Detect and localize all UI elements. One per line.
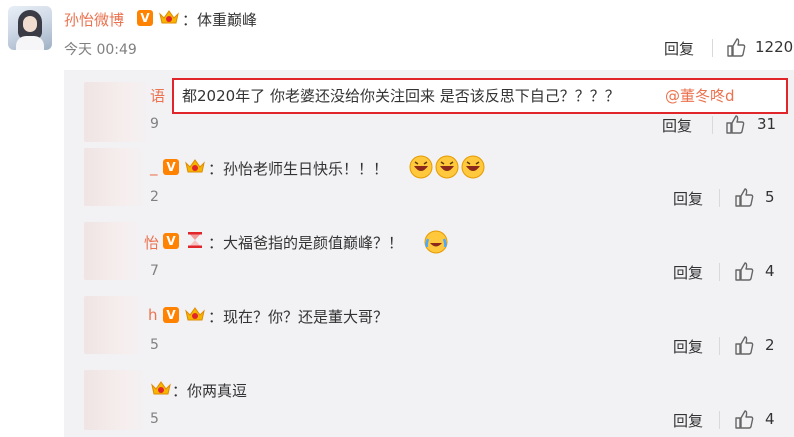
author-name[interactable]: 孙怡微博 (64, 9, 124, 30)
vip-crown-icon[interactable] (184, 305, 206, 323)
crying-laughing-emoji-icon (424, 230, 448, 254)
reply-3-content: ：大福爸指的是颜值巅峰？！ (208, 234, 404, 252)
reply-1-name[interactable]: 语 (150, 85, 165, 106)
vip-crown-icon[interactable] (150, 379, 172, 397)
post-reply-button[interactable]: 回复 (664, 38, 694, 59)
reply-2-content: ：孙怡老师生日快乐！！！ (208, 160, 389, 178)
thumbs-up-icon[interactable] (725, 36, 747, 58)
blurred-avatar-1 (84, 82, 156, 142)
vip-crown-icon[interactable] (158, 8, 180, 26)
blurred-avatar-2 (84, 148, 150, 206)
vip-crown-icon[interactable] (184, 157, 206, 175)
thumbs-up-icon[interactable] (733, 408, 755, 430)
verified-badge-icon[interactable]: V (137, 10, 153, 26)
reply-5-time: 5 (150, 411, 159, 427)
reply-1-mention-link[interactable]: @董冬咚d (665, 85, 735, 106)
reply-3-divider (719, 263, 720, 281)
reply-4-time: 5 (150, 337, 159, 353)
verified-badge-icon[interactable]: V (163, 233, 179, 249)
reply-1-divider (712, 116, 713, 134)
reply-4-reply-button[interactable]: 回复 (673, 336, 703, 357)
post-like-count: 1220 (755, 38, 794, 56)
reply-1-reply-button[interactable]: 回复 (662, 115, 692, 136)
reply-3-like-count: 4 (765, 262, 775, 280)
reply-1-like-count: 31 (757, 115, 777, 133)
thumbs-up-icon[interactable] (724, 113, 746, 135)
blurred-avatar-4 (84, 296, 148, 354)
reply-2-like-count: 5 (765, 188, 775, 206)
reply-2-reply-button[interactable]: 回复 (673, 188, 703, 209)
reply-2-divider (719, 189, 720, 207)
reply-5-reply-button[interactable]: 回复 (673, 410, 703, 431)
thumbs-up-icon[interactable] (733, 186, 755, 208)
reply-2-time: 2 (150, 189, 159, 205)
reply-2-name[interactable]: _ (150, 158, 158, 176)
reply-4-content: ：现在？你？还是董大哥？ (208, 308, 389, 326)
reply-3-time: 7 (150, 263, 159, 279)
blurred-avatar-5 (84, 370, 150, 430)
reply-5-divider (719, 411, 720, 429)
verified-badge-icon[interactable]: V (163, 159, 179, 175)
verified-badge-icon[interactable]: V (163, 307, 179, 323)
reply-1-time: 9 (150, 116, 159, 132)
reply-4-name[interactable]: h (148, 306, 158, 324)
reply-5-content: ：你两真逗 (172, 382, 248, 400)
author-avatar[interactable] (8, 6, 52, 50)
reply-4-divider (719, 337, 720, 355)
action-divider (712, 39, 713, 57)
thumbs-up-icon[interactable] (733, 334, 755, 356)
laughing-emoji-icon (409, 155, 485, 179)
thumbs-up-icon[interactable] (733, 260, 755, 282)
reply-3-reply-button[interactable]: 回复 (673, 262, 703, 283)
reply-1-content: 都2020年了 你老婆还没给你关注回来 是否该反思下自己？？？？ (182, 87, 620, 105)
reply-4-like-count: 2 (765, 336, 775, 354)
hourglass-icon[interactable] (187, 231, 203, 249)
blurred-avatar-3 (84, 222, 144, 280)
reply-3-name[interactable]: 怡 (144, 232, 159, 253)
post-time: 今天 00:49 (64, 42, 137, 58)
reply-5-like-count: 4 (765, 410, 775, 428)
post-content: ：体重巅峰 (182, 11, 258, 29)
